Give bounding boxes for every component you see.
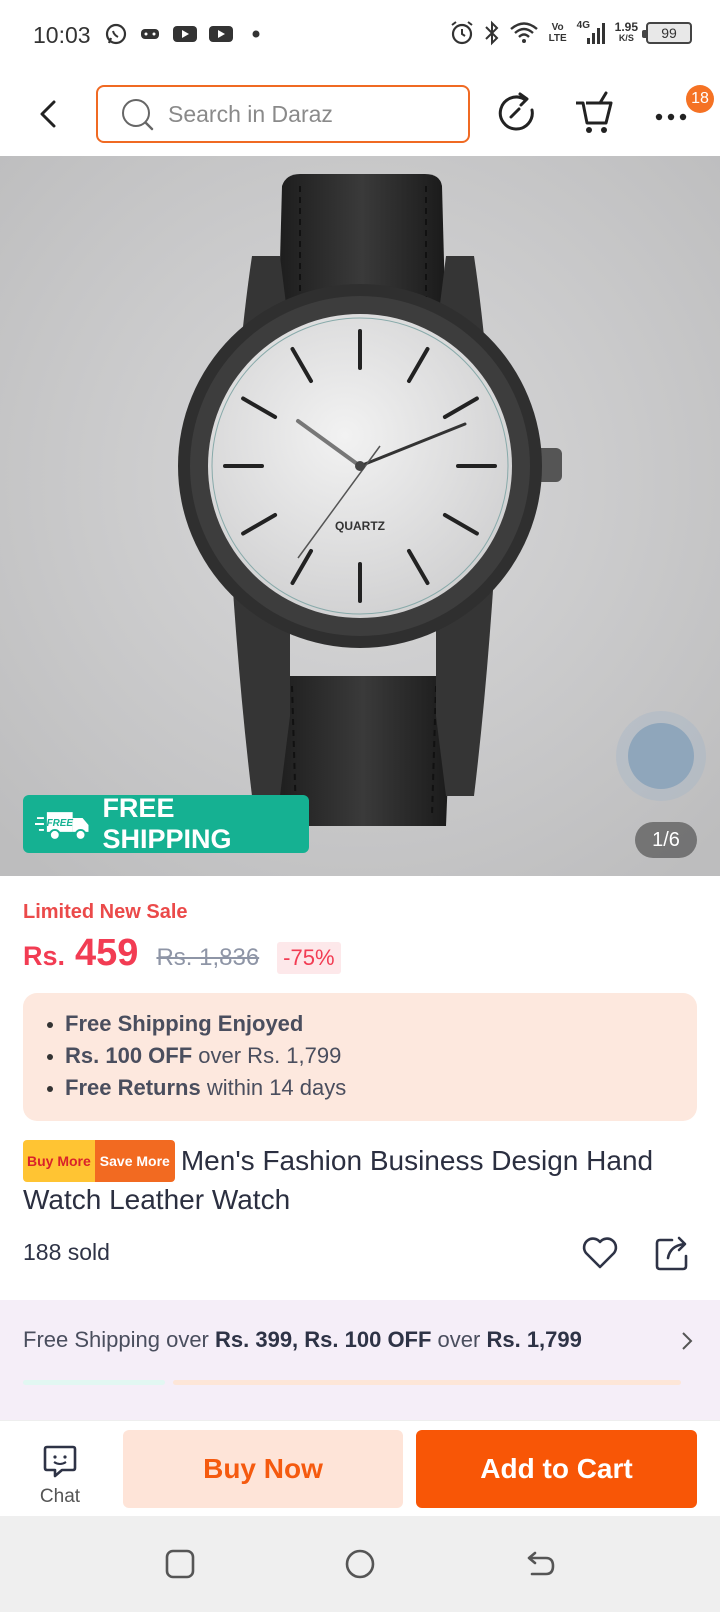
cart-count-badge: 18	[686, 85, 714, 113]
benefit-bold: Rs. 100 OFF	[65, 1043, 193, 1068]
benefit-bold: Free Returns	[65, 1075, 201, 1100]
status-time: 10:03	[33, 22, 91, 48]
share-refresh-icon[interactable]	[494, 90, 540, 136]
bluetooth-icon	[484, 20, 499, 46]
benefit-bold: Free Shipping Enjoyed	[65, 1011, 304, 1036]
discount-badge: -75%	[277, 942, 341, 974]
search-icon	[122, 99, 154, 131]
add-to-cart-button[interactable]: Add to Cart	[416, 1430, 697, 1508]
recents-button[interactable]	[164, 1548, 196, 1585]
benefit-text: within 14 days	[200, 1075, 347, 1100]
promo-bold-1: Rs. 399, Rs. 100 OFF	[215, 1327, 432, 1352]
youtube-icon	[209, 26, 233, 42]
promo-banner[interactable]: Free Shipping over Rs. 399, Rs. 100 OFF …	[0, 1300, 720, 1420]
bottom-action-bar: Chat Buy Now Add to Cart	[0, 1420, 720, 1516]
dial-brand-text: QUARTZ	[335, 519, 385, 533]
product-image-gallery[interactable]: QUARTZ FREE FREE SHIPPING 1/6	[0, 156, 720, 876]
promo-progress-discount	[173, 1380, 681, 1385]
back-arrow-icon[interactable]	[32, 94, 64, 134]
free-shipping-label: FREE SHIPPING	[102, 793, 232, 854]
status-bar: 10:03 Vo LTE 4G 1.95 K/S 99	[0, 0, 720, 72]
home-button[interactable]	[344, 1548, 376, 1585]
game-icon	[141, 29, 159, 39]
original-price: Rs. 1,836	[156, 944, 260, 971]
net-speed: 1.95 K/S	[614, 20, 638, 44]
image-counter: 1/6	[635, 822, 697, 858]
promo-middle: over	[431, 1327, 487, 1352]
share-icon[interactable]	[654, 1232, 690, 1272]
chat-label: Chat	[39, 1486, 81, 1507]
circle-icon	[345, 1549, 375, 1579]
product-title-block: Buy More Save More Men's Fashion Business …	[23, 1140, 703, 1218]
sale-label: Limited New Sale	[23, 901, 188, 923]
net-speed-value: 1.95	[614, 20, 638, 34]
promo-prefix: Free Shipping over	[23, 1327, 215, 1352]
battery-icon: 99	[642, 22, 692, 44]
alarm-icon	[451, 21, 473, 45]
buy-more-tag: Buy More	[23, 1140, 95, 1182]
sold-count: 188 sold	[23, 1239, 110, 1265]
wishlist-heart-icon[interactable]	[580, 1232, 620, 1272]
benefit-item: Rs. 100 OFF over Rs. 1,799	[45, 1040, 697, 1072]
back-button[interactable]	[524, 1548, 556, 1585]
benefits-box: Free Shipping Enjoyed Rs. 100 OFF over R…	[23, 993, 697, 1121]
current-price: 459	[75, 932, 139, 974]
benefit-item: Free Returns within 14 days	[45, 1072, 697, 1104]
free-truck-text: FREE	[47, 818, 74, 829]
free-shipping-banner: FREE FREE SHIPPING	[23, 793, 309, 854]
wifi-icon	[509, 22, 538, 43]
net-speed-unit: K/S	[618, 33, 634, 43]
floating-assistant-button[interactable]	[616, 711, 706, 801]
chevron-right-icon	[682, 1332, 693, 1350]
cart-icon[interactable]	[572, 90, 618, 136]
product-watch-image: QUARTZ	[0, 156, 720, 876]
chat-icon	[43, 1445, 77, 1478]
price-currency: Rs.	[23, 941, 66, 971]
youtube-icon	[173, 26, 197, 42]
benefit-text: over Rs. 1,799	[192, 1043, 342, 1068]
promo-text: Free Shipping over Rs. 399, Rs. 100 OFF …	[23, 1327, 582, 1353]
signal-icon: 4G	[577, 20, 607, 46]
whatsapp-icon	[105, 23, 127, 45]
promo-progress-free-shipping	[23, 1380, 165, 1385]
search-bar[interactable]	[96, 85, 470, 143]
chat-button[interactable]: Chat	[20, 1443, 100, 1511]
notification-icons	[104, 22, 268, 46]
free-truck-icon: FREE	[35, 812, 89, 841]
dot-icon	[252, 30, 260, 38]
search-input[interactable]	[168, 100, 448, 128]
benefit-item: Free Shipping Enjoyed	[45, 1008, 697, 1040]
volte-label: Vo LTE	[548, 22, 567, 44]
save-more-tag: Save More	[94, 1140, 175, 1182]
square-icon	[165, 1549, 195, 1579]
buy-now-button[interactable]: Buy Now	[123, 1430, 403, 1508]
system-back-icon	[527, 1551, 555, 1576]
price-row: Rs. 459 Rs. 1,836 -75%	[23, 932, 341, 975]
status-right: Vo LTE 4G 1.95 K/S 99	[449, 20, 692, 46]
promo-bold-2: Rs. 1,799	[486, 1327, 582, 1352]
top-nav: 18	[0, 72, 720, 156]
system-nav-bar	[0, 1516, 720, 1612]
